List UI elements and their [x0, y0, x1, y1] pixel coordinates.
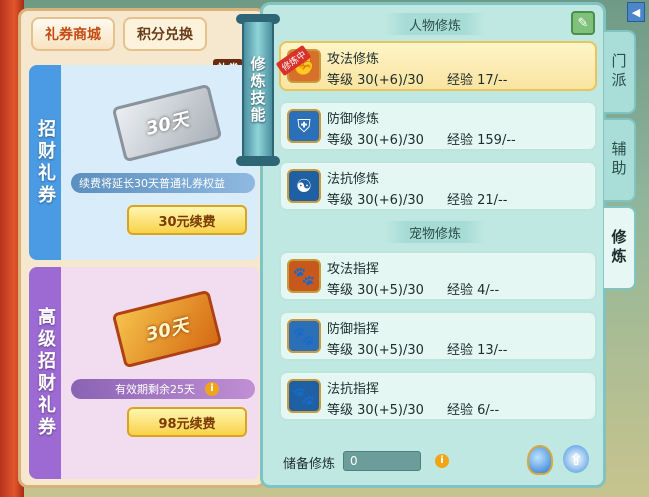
shop-tabs: 礼券商城 积分兑换	[31, 17, 207, 51]
skill-name: 法抗修炼	[327, 172, 380, 187]
skill-name: 防御指挥	[327, 322, 380, 337]
paw-resist-icon: 🐾	[287, 379, 321, 413]
tab-assist[interactable]: 辅助	[604, 118, 636, 202]
character-section-title: 人物修炼	[385, 13, 485, 35]
edit-icon[interactable]: ✎	[571, 11, 595, 35]
pet-row-defense[interactable]: 🐾 防御指挥 等级 30(+5)/30 经验 13/--	[279, 311, 597, 361]
pet-row-resist[interactable]: 🐾 法抗指挥 等级 30(+5)/30 经验 6/--	[279, 371, 597, 421]
cultivation-panel: 人物修炼 ✎ ✊ 修炼中 攻法修炼 等级 30(+6)/30 经验 17/-- …	[260, 2, 606, 488]
skill-name: 防御修炼	[327, 112, 380, 127]
skill-level: 等级 30(+5)/30	[327, 403, 424, 418]
skill-row-attack[interactable]: ✊ 修炼中 攻法修炼 等级 30(+6)/30 经验 17/--	[275, 41, 597, 91]
premium-voucher-card: 高级招财礼券 30天 有效期剩余25天 i 98元续费	[29, 267, 259, 479]
skill-exp: 经验 4/--	[447, 283, 500, 298]
tab-sect[interactable]: 门派	[604, 30, 636, 114]
skill-level: 等级 30(+6)/30	[327, 133, 424, 148]
card-note: 有效期剩余25天 i	[71, 379, 255, 399]
paw-attack-icon: 🐾	[287, 259, 321, 293]
skill-level: 等级 30(+5)/30	[327, 343, 424, 358]
skill-level: 等级 30(+6)/30	[327, 73, 424, 88]
skill-exp: 经验 17/--	[447, 73, 508, 88]
pet-row-attack[interactable]: 🐾 攻法指挥 等级 30(+5)/30 经验 4/--	[279, 251, 597, 301]
skill-name: 攻法修炼	[327, 52, 380, 67]
silver-ticket-icon: 30天	[111, 83, 223, 163]
skill-exp: 经验 6/--	[447, 403, 500, 418]
card-title: 高级招财礼券	[35, 307, 56, 439]
shield-icon: ⛨	[287, 109, 321, 143]
upgrade-arrow-icon[interactable]: ⇧	[563, 445, 589, 473]
renew-30-button[interactable]: 30元续费	[127, 205, 247, 235]
skill-level: 等级 30(+5)/30	[327, 283, 424, 298]
tab-cultivation[interactable]: 修炼	[604, 206, 636, 290]
reserve-label: 储备修炼	[283, 457, 336, 472]
skill-name: 攻法指挥	[327, 262, 380, 277]
ribbon-bottom-cap	[236, 156, 280, 166]
potion-icon[interactable]	[527, 445, 553, 475]
cultivation-skill-ribbon: 修炼技能	[242, 20, 274, 160]
close-icon[interactable]: ◀	[627, 2, 645, 22]
paw-defense-icon: 🐾	[287, 319, 321, 353]
skill-name: 法抗指挥	[327, 382, 380, 397]
remaining-days-text: 有效期剩余25天	[115, 383, 195, 396]
yin-yang-shield-icon: ☯	[287, 169, 321, 203]
skill-row-resist[interactable]: ☯ 法抗修炼 等级 30(+6)/30 经验 21/--	[279, 161, 597, 211]
skill-exp: 经验 21/--	[447, 193, 508, 208]
gold-ticket-icon: 30天	[111, 289, 223, 369]
skill-row-defense[interactable]: ⛨ 防御修炼 等级 30(+6)/30 经验 159/--	[279, 101, 597, 151]
lucky-voucher-card: 招财礼券 30天 续费将延长30天普通礼券权益 30元续费	[29, 65, 259, 260]
card-title: 招财礼券	[35, 118, 56, 207]
card-note: 续费将延长30天普通礼券权益	[71, 173, 255, 193]
renew-98-button[interactable]: 98元续费	[127, 407, 247, 437]
tab-gift-shop[interactable]: 礼券商城	[31, 17, 115, 51]
gift-shop-panel: 礼券商城 积分兑换 礼券 招财礼券 30天 续费将延长30天普通礼券权益 30元…	[18, 8, 266, 488]
info-icon[interactable]: i	[205, 382, 219, 396]
skill-exp: 经验 159/--	[447, 133, 516, 148]
reserve-value-field: 0	[343, 451, 421, 471]
pet-section-title: 宠物修炼	[385, 221, 485, 243]
info-icon[interactable]: i	[435, 454, 449, 468]
skill-level: 等级 30(+6)/30	[327, 193, 424, 208]
tab-points-exchange[interactable]: 积分兑换	[123, 17, 207, 51]
skill-exp: 经验 13/--	[447, 343, 508, 358]
